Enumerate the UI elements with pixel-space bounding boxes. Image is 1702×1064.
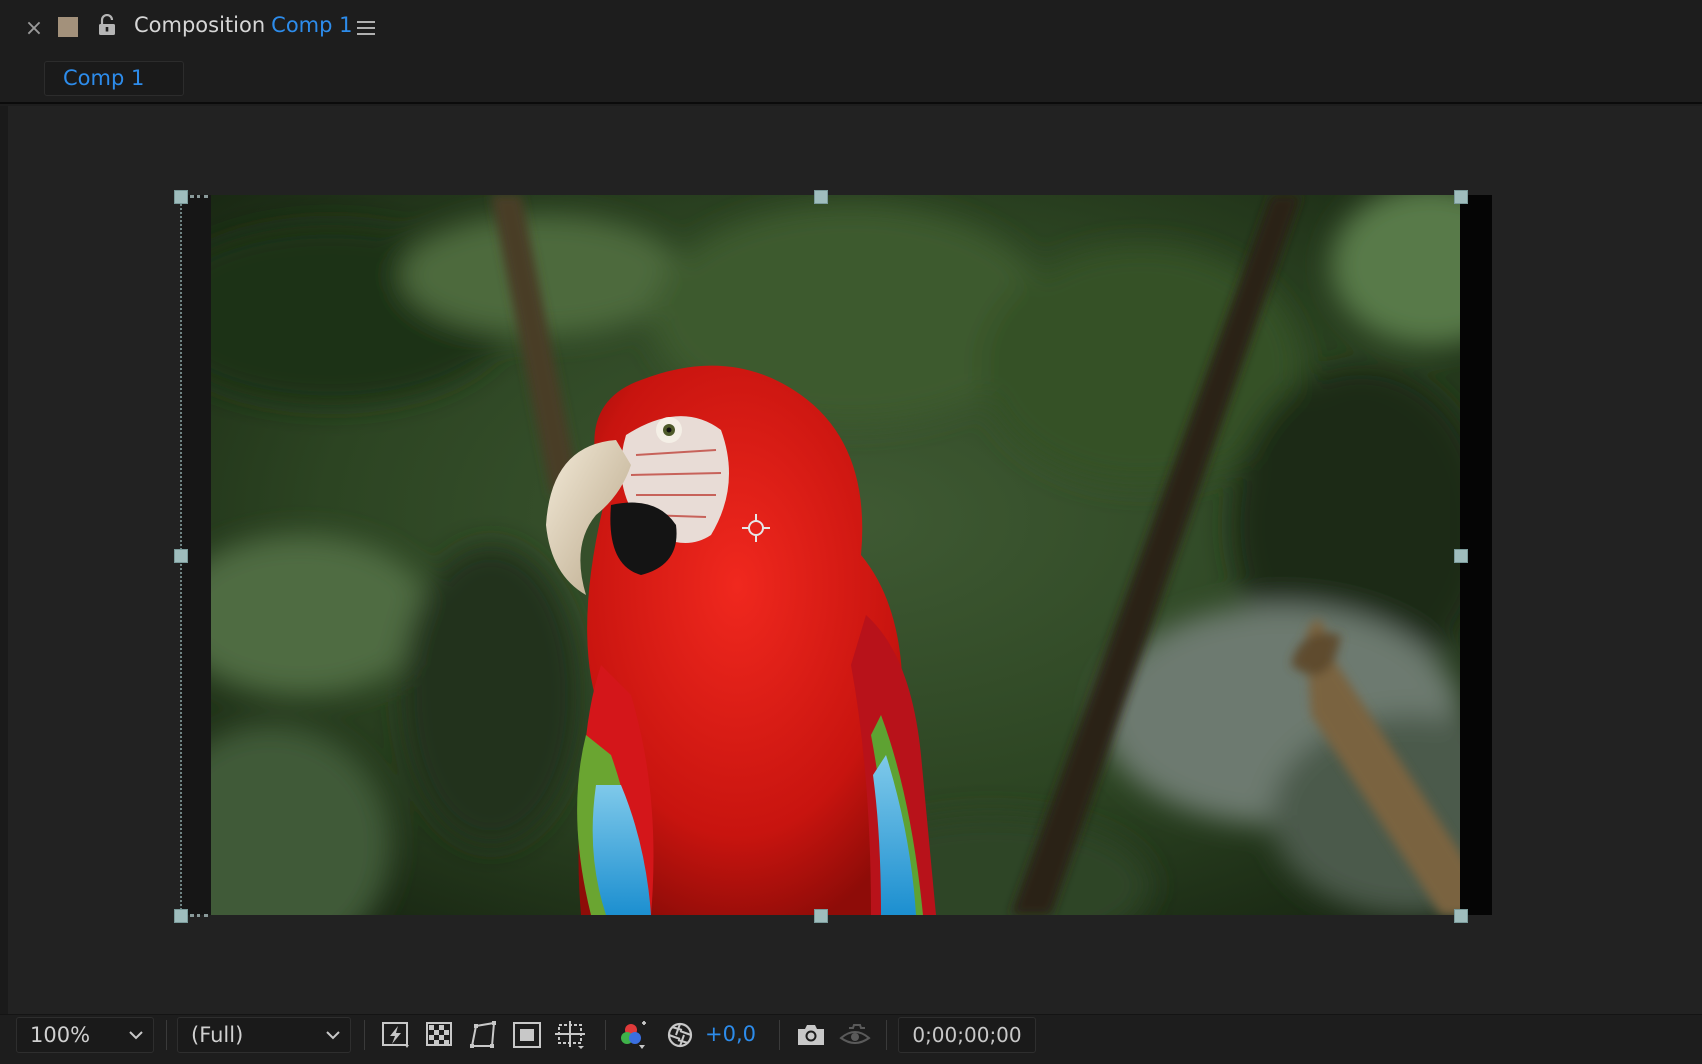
transform-handle-bottom-right[interactable] (1454, 909, 1468, 923)
region-of-interest-icon[interactable] (511, 1020, 543, 1050)
zoom-dropdown[interactable]: 100% (16, 1017, 154, 1053)
unlocked-padlock-icon[interactable] (97, 14, 117, 36)
transform-handle-middle-right[interactable] (1454, 549, 1468, 563)
fast-previews-icon[interactable] (380, 1020, 412, 1050)
exposure-value[interactable]: +0,0 (705, 1022, 756, 1046)
close-panel-button[interactable]: × (24, 16, 44, 41)
panel-header: × Composition Comp 1 (0, 0, 1702, 56)
toolbar-separator (605, 1020, 606, 1050)
transform-handle-top-right[interactable] (1454, 190, 1468, 204)
chevron-down-icon (129, 1031, 143, 1040)
toolbar-separator (166, 1020, 167, 1050)
toolbar-separator (779, 1020, 780, 1050)
transform-handle-top-left[interactable] (174, 190, 188, 204)
grid-guides-icon[interactable] (554, 1020, 586, 1050)
toolbar-separator (886, 1020, 887, 1050)
chevron-down-icon (326, 1031, 340, 1040)
comp-tab-row: Comp 1 (0, 58, 1702, 104)
composition-frame[interactable] (211, 195, 1492, 915)
resolution-dropdown[interactable]: (Full) (177, 1017, 351, 1053)
toolbar-separator (364, 1020, 365, 1050)
resolution-value: (Full) (191, 1023, 244, 1047)
layer-bounds-guide-tick-bottom (190, 914, 208, 917)
parrot-footage (211, 195, 1492, 915)
color-channels-icon[interactable] (620, 1020, 652, 1050)
panel-title: Composition Comp 1 (134, 13, 353, 37)
mask-visibility-icon[interactable] (467, 1020, 499, 1050)
layer-bounds-guide-tick-top (190, 195, 208, 198)
panel-title-comp-name[interactable]: Comp 1 (271, 13, 352, 37)
label-color-swatch[interactable] (58, 17, 78, 37)
transform-handle-bottom-left[interactable] (174, 909, 188, 923)
current-time-display[interactable]: 0;00;00;00 (898, 1017, 1036, 1053)
snapshot-camera-icon[interactable] (795, 1020, 827, 1050)
transform-handle-top-center[interactable] (814, 190, 828, 204)
transform-handle-bottom-center[interactable] (814, 909, 828, 923)
hamburger-menu-icon[interactable] (356, 19, 376, 37)
transform-handle-middle-left[interactable] (174, 549, 188, 563)
viewer-left-edge (0, 106, 8, 1014)
transparency-grid-icon[interactable] (424, 1020, 456, 1050)
zoom-value: 100% (30, 1023, 91, 1047)
reset-exposure-icon[interactable] (664, 1020, 696, 1050)
show-snapshot-icon[interactable] (839, 1020, 871, 1050)
tab-comp-1[interactable]: Comp 1 (44, 61, 184, 96)
panel-title-prefix: Composition (134, 13, 266, 37)
composition-panel: × Composition Comp 1 Comp 1 100% (Full) … (0, 0, 1702, 1064)
